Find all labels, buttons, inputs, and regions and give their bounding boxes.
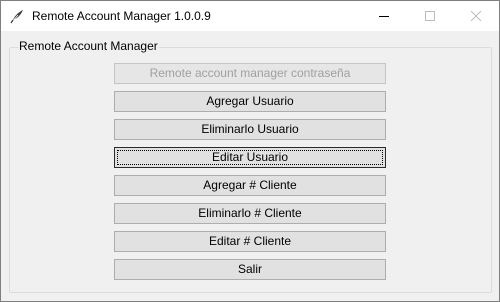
delete-user-button[interactable]: Eliminarlo Usuario [114, 119, 386, 140]
feather-quill-icon [9, 8, 25, 24]
delete-user-button-label: Eliminarlo Usuario [201, 122, 299, 136]
add-client-button-label: Agregar # Cliente [203, 178, 297, 192]
exit-button-label: Salir [237, 262, 262, 276]
add-user-button-label: Agregar Usuario [206, 94, 294, 108]
delete-client-button[interactable]: Eliminarlo # Cliente [114, 203, 386, 224]
password-button-label: Remote account manager contraseña [149, 66, 351, 80]
maximize-icon [425, 11, 435, 21]
group-box-label: Remote Account Manager [18, 39, 159, 53]
title-bar[interactable]: Remote Account Manager 1.0.0.9 [1, 1, 499, 31]
maximize-button[interactable] [407, 1, 453, 31]
exit-button[interactable]: Salir [114, 259, 386, 280]
edit-client-button[interactable]: Editar # Cliente [114, 231, 386, 252]
minimize-icon [379, 16, 389, 17]
close-button[interactable] [453, 1, 499, 31]
edit-user-button-label: Editar Usuario [211, 150, 289, 164]
window-title: Remote Account Manager 1.0.0.9 [32, 9, 211, 23]
edit-client-button-label: Editar # Cliente [208, 234, 292, 248]
add-client-button[interactable]: Agregar # Cliente [114, 175, 386, 196]
app-window: Remote Account Manager 1.0.0.9 Remote Ac… [0, 0, 500, 302]
delete-client-button-label: Eliminarlo # Cliente [198, 206, 302, 220]
edit-user-button[interactable]: Editar Usuario [114, 147, 386, 168]
minimize-button[interactable] [361, 1, 407, 31]
close-icon [471, 11, 481, 21]
password-button[interactable]: Remote account manager contraseña [114, 63, 386, 84]
add-user-button[interactable]: Agregar Usuario [114, 91, 386, 112]
